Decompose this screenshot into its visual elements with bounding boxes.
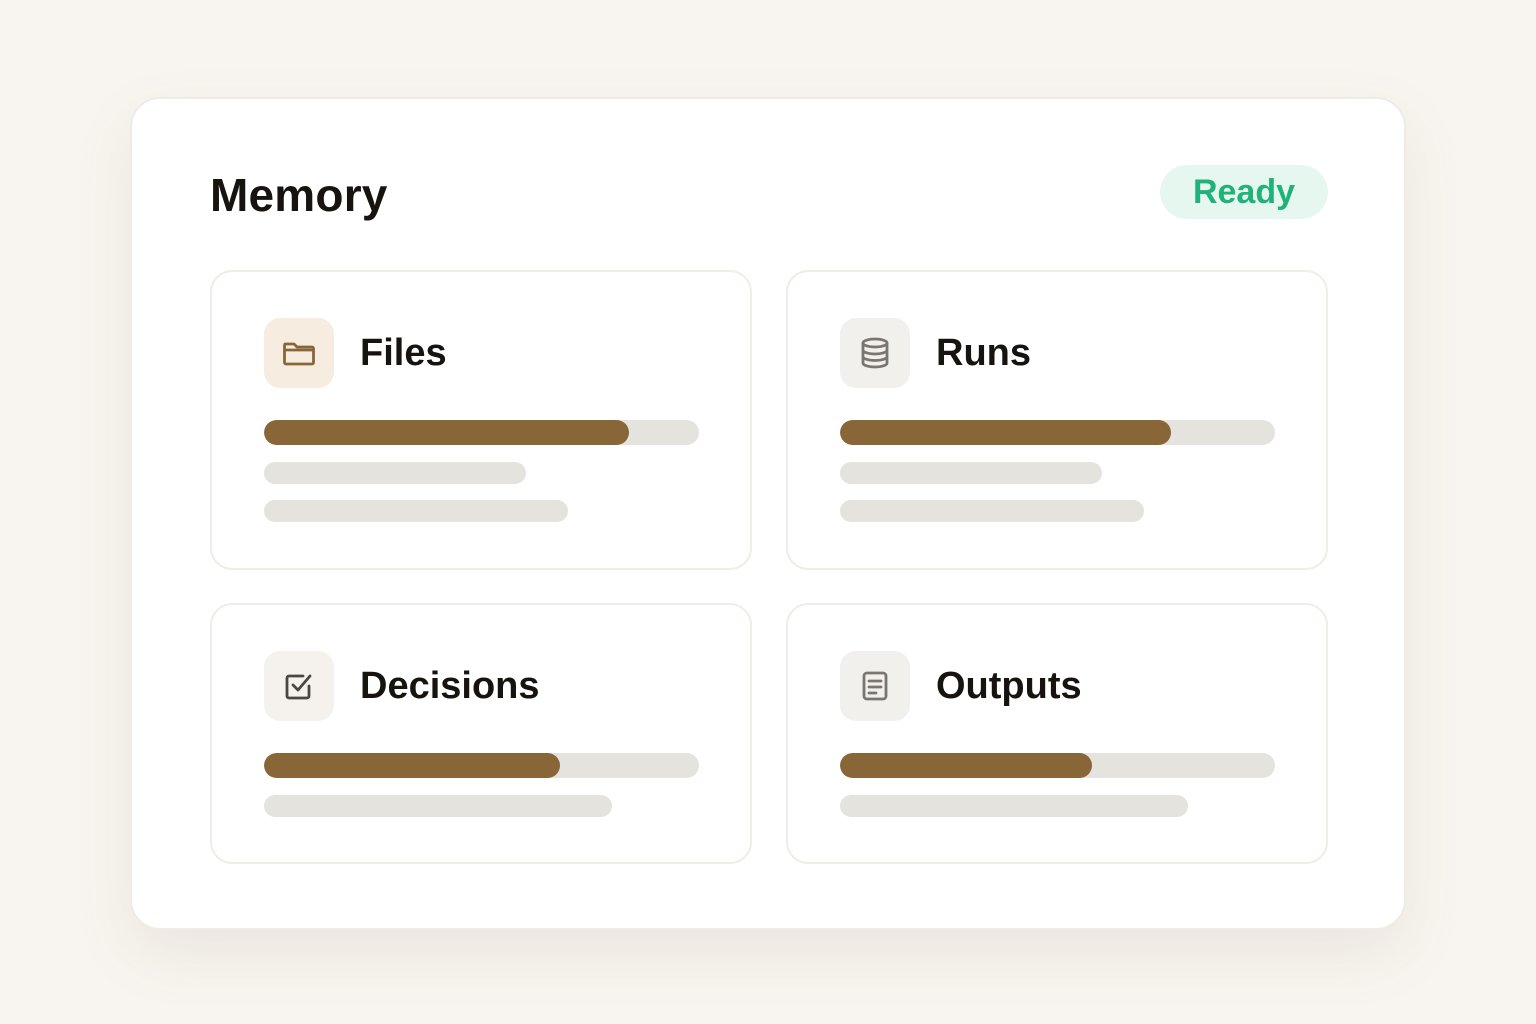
skeleton-line xyxy=(840,462,1102,484)
card-title-decisions: Decisions xyxy=(360,665,540,707)
progress-fill-files xyxy=(264,420,630,445)
memory-panel: Memory Ready Files Runs Decisions Output… xyxy=(130,97,1406,930)
progress-fill-outputs xyxy=(840,753,1093,778)
progress-bar-decisions xyxy=(264,753,699,778)
folder-icon xyxy=(264,318,334,388)
skeleton-line xyxy=(264,500,568,522)
skeleton-line xyxy=(840,795,1188,817)
panel-title: Memory xyxy=(210,169,388,221)
progress-bar-outputs xyxy=(840,753,1275,778)
checkbox-icon xyxy=(264,651,334,721)
progress-bar-runs xyxy=(840,420,1275,445)
database-icon xyxy=(840,318,910,388)
progress-fill-runs xyxy=(840,420,1171,445)
progress-fill-decisions xyxy=(264,753,560,778)
card-runs[interactable]: Runs xyxy=(786,270,1328,570)
card-title-files: Files xyxy=(360,332,447,374)
card-title-runs: Runs xyxy=(936,332,1031,374)
skeleton-line xyxy=(264,795,612,817)
skeleton-line xyxy=(840,500,1144,522)
document-icon xyxy=(840,651,910,721)
progress-bar-files xyxy=(264,420,699,445)
status-badge: Ready xyxy=(1160,165,1328,219)
skeleton-line xyxy=(264,462,526,484)
card-title-outputs: Outputs xyxy=(936,665,1082,707)
card-files[interactable]: Files xyxy=(210,270,752,570)
card-outputs[interactable]: Outputs xyxy=(786,603,1328,864)
card-decisions[interactable]: Decisions xyxy=(210,603,752,864)
